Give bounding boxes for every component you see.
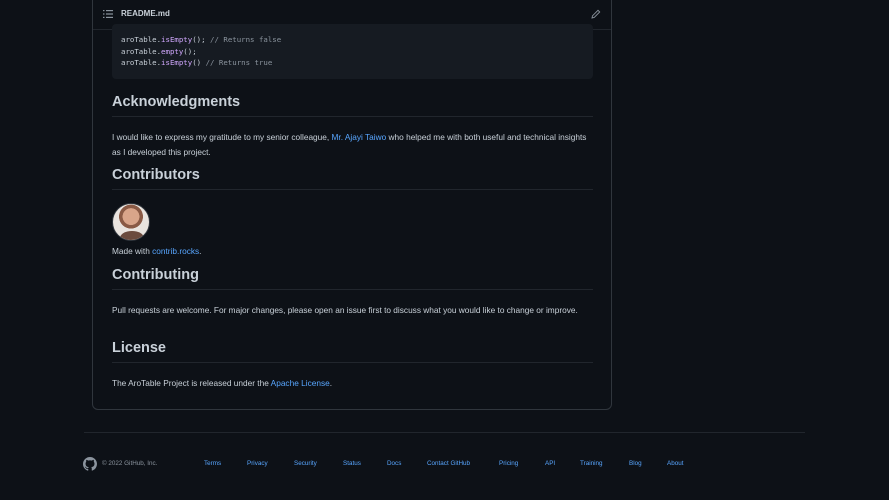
acknowledgments-text: I would like to express my gratitude to … [112, 132, 587, 157]
footer-link-about[interactable]: About [667, 460, 683, 467]
footer-divider [84, 432, 805, 433]
readme-filename: README.md [121, 9, 170, 18]
code-line: aroTable.isEmpty() // Returns true [121, 58, 273, 67]
footer-copyright: © 2022 GitHub, Inc. [102, 460, 158, 467]
footer-link-privacy[interactable]: Privacy [247, 460, 268, 467]
acknowledgments-heading: Acknowledgments [112, 94, 593, 117]
footer-link-status[interactable]: Status [343, 460, 361, 467]
code-line: aroTable.isEmpty(); // Returns false [121, 35, 282, 44]
footer-link-security[interactable]: Security [294, 460, 317, 467]
contrib-rocks-link[interactable]: contrib.rocks [152, 246, 199, 256]
footer-link-docs[interactable]: Docs [387, 460, 401, 467]
contributors-heading: Contributors [112, 167, 593, 190]
footer-link-api[interactable]: API [545, 460, 555, 467]
readme-panel: README.md aroTable.isEmpty(); // Returns… [92, 0, 612, 410]
footer-link-terms[interactable]: Terms [204, 460, 221, 467]
code-line: aroTable.empty(); [121, 46, 197, 56]
apache-license-link[interactable]: Apache License [271, 378, 330, 388]
footer-link-contact[interactable]: Contact GitHub [427, 460, 470, 467]
contributor-avatar[interactable] [112, 203, 150, 241]
footer-link-blog[interactable]: Blog [629, 460, 642, 467]
ajayi-taiwo-link[interactable]: Mr. Ajayi Taiwo [332, 132, 387, 142]
license-text: The AroTable Project is released under t… [112, 378, 333, 388]
code-block: aroTable.isEmpty(); // Returns false aro… [112, 24, 593, 79]
contributing-text: Pull requests are welcome. For major cha… [112, 305, 578, 315]
made-with-text: Made with contrib.rocks. [112, 246, 202, 256]
pencil-icon[interactable] [591, 9, 601, 19]
list-icon[interactable] [103, 10, 113, 18]
github-logo-icon[interactable] [83, 457, 97, 471]
contributing-heading: Contributing [112, 267, 593, 290]
license-heading: License [112, 340, 593, 363]
footer-link-training[interactable]: Training [580, 460, 603, 467]
footer-link-pricing[interactable]: Pricing [499, 460, 518, 467]
